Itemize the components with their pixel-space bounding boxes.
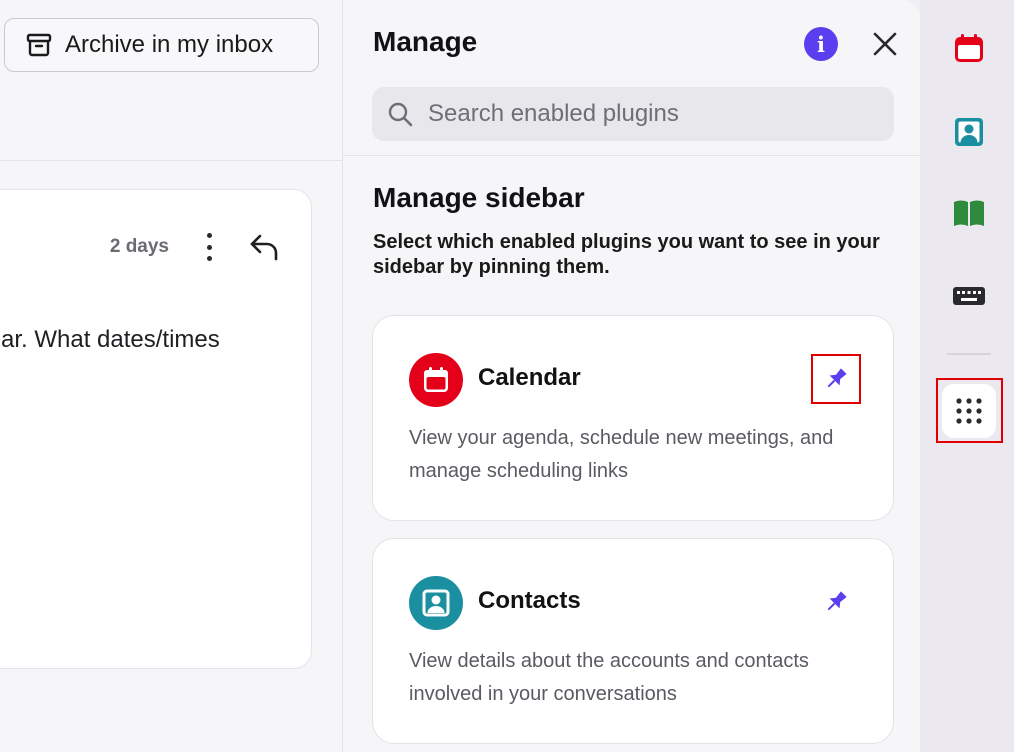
apps-grid-icon bbox=[956, 398, 982, 424]
archive-button-label: Archive in my inbox bbox=[65, 31, 274, 58]
rail-manage-plugins-button[interactable] bbox=[942, 384, 996, 438]
pin-icon bbox=[827, 591, 847, 611]
archive-icon bbox=[26, 33, 52, 57]
close-icon[interactable] bbox=[871, 30, 899, 58]
plugin-card-calendar: Calendar View your agenda, schedule new … bbox=[372, 315, 894, 521]
email-timestamp: 2 days bbox=[109, 236, 169, 257]
contact-icon bbox=[955, 118, 983, 146]
email-toolbar: Archive in my inbox bbox=[0, 0, 342, 161]
section-description: Select which enabled plugins you want to… bbox=[373, 231, 880, 278]
manage-panel: Manage i Manage sidebar Select which ena… bbox=[342, 0, 921, 752]
plugin-name: Calendar bbox=[478, 364, 581, 391]
search-icon bbox=[388, 102, 413, 127]
plugin-description: View your agenda, schedule new meetings,… bbox=[409, 427, 834, 482]
panel-title: Manage bbox=[373, 26, 478, 57]
pin-contacts-button[interactable] bbox=[813, 579, 859, 625]
email-meta: 2 days bbox=[110, 230, 281, 264]
email-area: Archive in my inbox 2 days ar. What date… bbox=[0, 0, 342, 752]
calendar-icon bbox=[409, 353, 463, 407]
archive-in-inbox-button[interactable]: Archive in my inbox bbox=[4, 18, 319, 72]
manage-panel-header: Manage i bbox=[343, 0, 921, 156]
pin-icon bbox=[827, 368, 847, 388]
info-icon[interactable]: i bbox=[804, 27, 838, 61]
section-title: Manage sidebar bbox=[373, 182, 585, 213]
rail-divider bbox=[947, 353, 991, 355]
keyboard-icon bbox=[953, 287, 985, 305]
plugin-card-contacts: Contacts View details about the accounts… bbox=[372, 538, 894, 744]
book-icon bbox=[954, 200, 984, 226]
calendar-icon bbox=[955, 34, 983, 62]
more-options-icon[interactable] bbox=[197, 230, 221, 264]
rail-keyboard-button[interactable] bbox=[946, 273, 992, 319]
search-box bbox=[372, 87, 894, 141]
contact-icon bbox=[409, 576, 463, 630]
reply-icon[interactable] bbox=[249, 232, 281, 262]
email-message-card[interactable]: 2 days ar. What dates/times bbox=[0, 189, 312, 669]
pin-calendar-button[interactable] bbox=[811, 354, 861, 404]
email-body-text: ar. What dates/times bbox=[1, 326, 220, 353]
rail-book-button[interactable] bbox=[946, 190, 992, 236]
plugin-description: View details about the accounts and cont… bbox=[409, 650, 809, 705]
right-sidebar-rail bbox=[920, 0, 1014, 752]
plugin-name: Contacts bbox=[478, 587, 581, 614]
rail-contacts-button[interactable] bbox=[946, 109, 992, 155]
rail-calendar-button[interactable] bbox=[946, 25, 992, 71]
search-plugins-input[interactable] bbox=[428, 100, 868, 128]
